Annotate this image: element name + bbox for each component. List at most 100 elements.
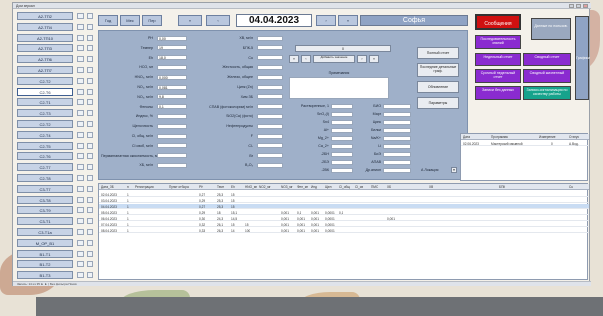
right-param-field[interactable] xyxy=(331,111,353,117)
table-row[interactable]: 03.04.2023 1 0,29 25,3 15 xyxy=(99,198,589,203)
far-param-field[interactable] xyxy=(383,111,411,117)
refresh-button[interactable]: Обновление xyxy=(417,81,459,93)
sidebar-checkbox[interactable] xyxy=(77,45,84,52)
counter-first-button[interactable]: « xyxy=(289,55,299,63)
column-header[interactable]: Дата_ЗБ xyxy=(101,185,114,189)
sidebar-checkbox[interactable] xyxy=(77,23,84,30)
nav-year-button[interactable]: Год xyxy=(98,15,118,26)
sidebar-checkbox[interactable] xyxy=(77,164,84,171)
notes-field[interactable] xyxy=(289,77,389,99)
nav-prev-button[interactable]: ‹ xyxy=(206,15,230,26)
parameters-button[interactable]: Параметры xyxy=(417,97,459,109)
left-param-field[interactable] xyxy=(157,123,187,129)
right-param-field[interactable] xyxy=(331,151,353,157)
left-param-field[interactable]: 0,1 xyxy=(157,104,187,110)
sidebar-item[interactable]: С3-Т1а xyxy=(17,228,73,236)
summary-lifetime-button[interactable]: Сводный жизненный xyxy=(523,69,571,83)
sidebar-checkbox[interactable] xyxy=(77,196,84,203)
column-header[interactable]: Фен_мг xyxy=(297,185,308,189)
column-header[interactable]: PH xyxy=(199,185,203,189)
sidebar-checkbox[interactable] xyxy=(77,77,84,84)
sidebar-checkbox[interactable] xyxy=(77,261,84,268)
left-param-field[interactable] xyxy=(157,113,187,119)
sidebar-item[interactable]: А2-ТП6 xyxy=(17,55,73,64)
sidebar-checkbox[interactable] xyxy=(77,207,84,214)
urgent-weekly-report-button[interactable]: Срочный недельный отчет xyxy=(475,69,521,83)
column-header[interactable]: Cu xyxy=(569,185,573,189)
sidebar-checkbox[interactable] xyxy=(77,88,84,95)
quality-alert-button[interactable]: Записи-сигнализация по качеству работы xyxy=(523,86,571,100)
summary-report-button[interactable]: Сводный отчет xyxy=(523,53,571,66)
sidebar-checkbox[interactable] xyxy=(77,142,84,149)
mid-param-field[interactable] xyxy=(257,133,283,139)
current-date[interactable]: 04.04.2023 xyxy=(236,14,312,27)
column-header[interactable]: Темп xyxy=(217,185,224,189)
mid-param-field[interactable] xyxy=(257,153,283,159)
sidebar-checkbox[interactable] xyxy=(77,99,84,106)
column-header[interactable]: NO2_мг xyxy=(259,185,271,189)
sidebar-checkbox[interactable] xyxy=(77,13,84,19)
table-row[interactable]: 05.04.2023 1 0,29 18 15,1 0,001 0,1 0,001 0,0001… xyxy=(99,210,589,215)
sidebar-item[interactable]: С2-Т3 xyxy=(17,109,73,118)
sidebar-item[interactable]: С2-Т4 xyxy=(17,130,73,139)
sidebar-item[interactable]: А2-ТП3 xyxy=(17,44,73,53)
column-header[interactable]: п xyxy=(127,185,129,189)
far-param-field[interactable] xyxy=(383,151,411,157)
sidebar-item[interactable]: С2-Т2 xyxy=(17,120,73,128)
sidebar-item[interactable]: С2-Т5 xyxy=(17,141,73,150)
far-param-field[interactable] xyxy=(383,143,411,149)
sidebar-item[interactable]: А2-ТП7 xyxy=(17,66,73,74)
sidebar-item[interactable]: А2-ТП2 xyxy=(17,12,73,20)
nav-period-button[interactable]: Пер xyxy=(142,15,162,26)
far-param-field[interactable] xyxy=(383,135,411,141)
nav-last-button[interactable]: » xyxy=(338,15,358,26)
left-param-field[interactable]: 18,0 xyxy=(157,55,187,61)
column-header[interactable]: ХБ xyxy=(387,185,391,189)
sidebar-checkbox[interactable] xyxy=(77,153,84,160)
table-row[interactable]: 02.04.2023 1 0,27 25,3 15 xyxy=(99,192,589,197)
mid-param-field[interactable] xyxy=(257,162,283,168)
full-report-button[interactable]: Полный отчет xyxy=(417,47,459,59)
right-param-field[interactable] xyxy=(331,167,353,173)
sidebar-item[interactable]: С3-Т8 xyxy=(17,195,73,204)
far-param-field[interactable] xyxy=(383,119,411,125)
sidebar-item[interactable]: М_ОР_В1 xyxy=(17,238,73,247)
column-header[interactable]: NO3_мг xyxy=(281,185,293,189)
left-param-field[interactable]: 0,000 xyxy=(157,74,187,80)
counter-last-button[interactable]: » xyxy=(369,55,379,63)
sidebar-item[interactable]: С2-Т2 xyxy=(17,76,73,85)
sidebar-checkbox[interactable] xyxy=(77,250,84,257)
left-param-field[interactable]: 19 xyxy=(157,45,187,51)
sidebar-checkbox[interactable] xyxy=(77,272,84,279)
mid-param-field[interactable] xyxy=(257,143,283,149)
nav-month-button[interactable]: Мес xyxy=(120,15,140,26)
right-param-field[interactable] xyxy=(331,143,353,149)
mid-param-field[interactable] xyxy=(257,104,283,110)
table-row[interactable]: 04.04.2023 1 0,27 25,3 15 xyxy=(99,204,589,209)
left-param-field[interactable] xyxy=(157,133,187,139)
counter-field[interactable]: 0 xyxy=(295,45,391,52)
column-header[interactable]: Пункт отбора xyxy=(169,185,189,189)
close-button[interactable] xyxy=(583,4,588,8)
mid-param-field[interactable] xyxy=(257,94,283,100)
sidebar-checkbox[interactable] xyxy=(77,56,84,63)
mini-table-row[interactable]: 02.06.2023 Мастерский смывной 0 А.Вод. xyxy=(461,141,589,146)
chevron-down-icon[interactable]: ▾ xyxy=(451,167,457,173)
record-navigator[interactable]: Запись: 14 из 35 ► ► | Без фильтра Поиск xyxy=(13,281,591,286)
left-param-field[interactable] xyxy=(157,153,187,159)
mid-param-field[interactable] xyxy=(257,35,283,41)
weekly-report-button[interactable]: Недельный отчет xyxy=(475,53,521,66)
right-param-field[interactable] xyxy=(331,135,353,141)
column-header[interactable]: Cl_св xyxy=(355,185,363,189)
left-param-field[interactable]: 0,081 xyxy=(157,84,187,90)
sidebar-item[interactable]: А2-ТП4 xyxy=(17,22,73,31)
sidebar-item[interactable]: В1-Т3 xyxy=(17,271,73,280)
column-header[interactable]: ХВ xyxy=(429,185,433,189)
sidebar-checkbox[interactable] xyxy=(77,110,84,117)
mid-param-field[interactable] xyxy=(257,113,283,119)
column-header[interactable]: HNO_мг xyxy=(245,185,257,189)
table-row[interactable]: 06.04.2023 1 0,30 24,3 14,5 0,001 0,001 0,001 0,… xyxy=(99,216,589,221)
sidebar-item[interactable]: С3-Т7 xyxy=(17,184,73,193)
mid-param-field[interactable] xyxy=(257,55,283,61)
sidebar-item[interactable]: С2-Т6 xyxy=(17,152,73,161)
